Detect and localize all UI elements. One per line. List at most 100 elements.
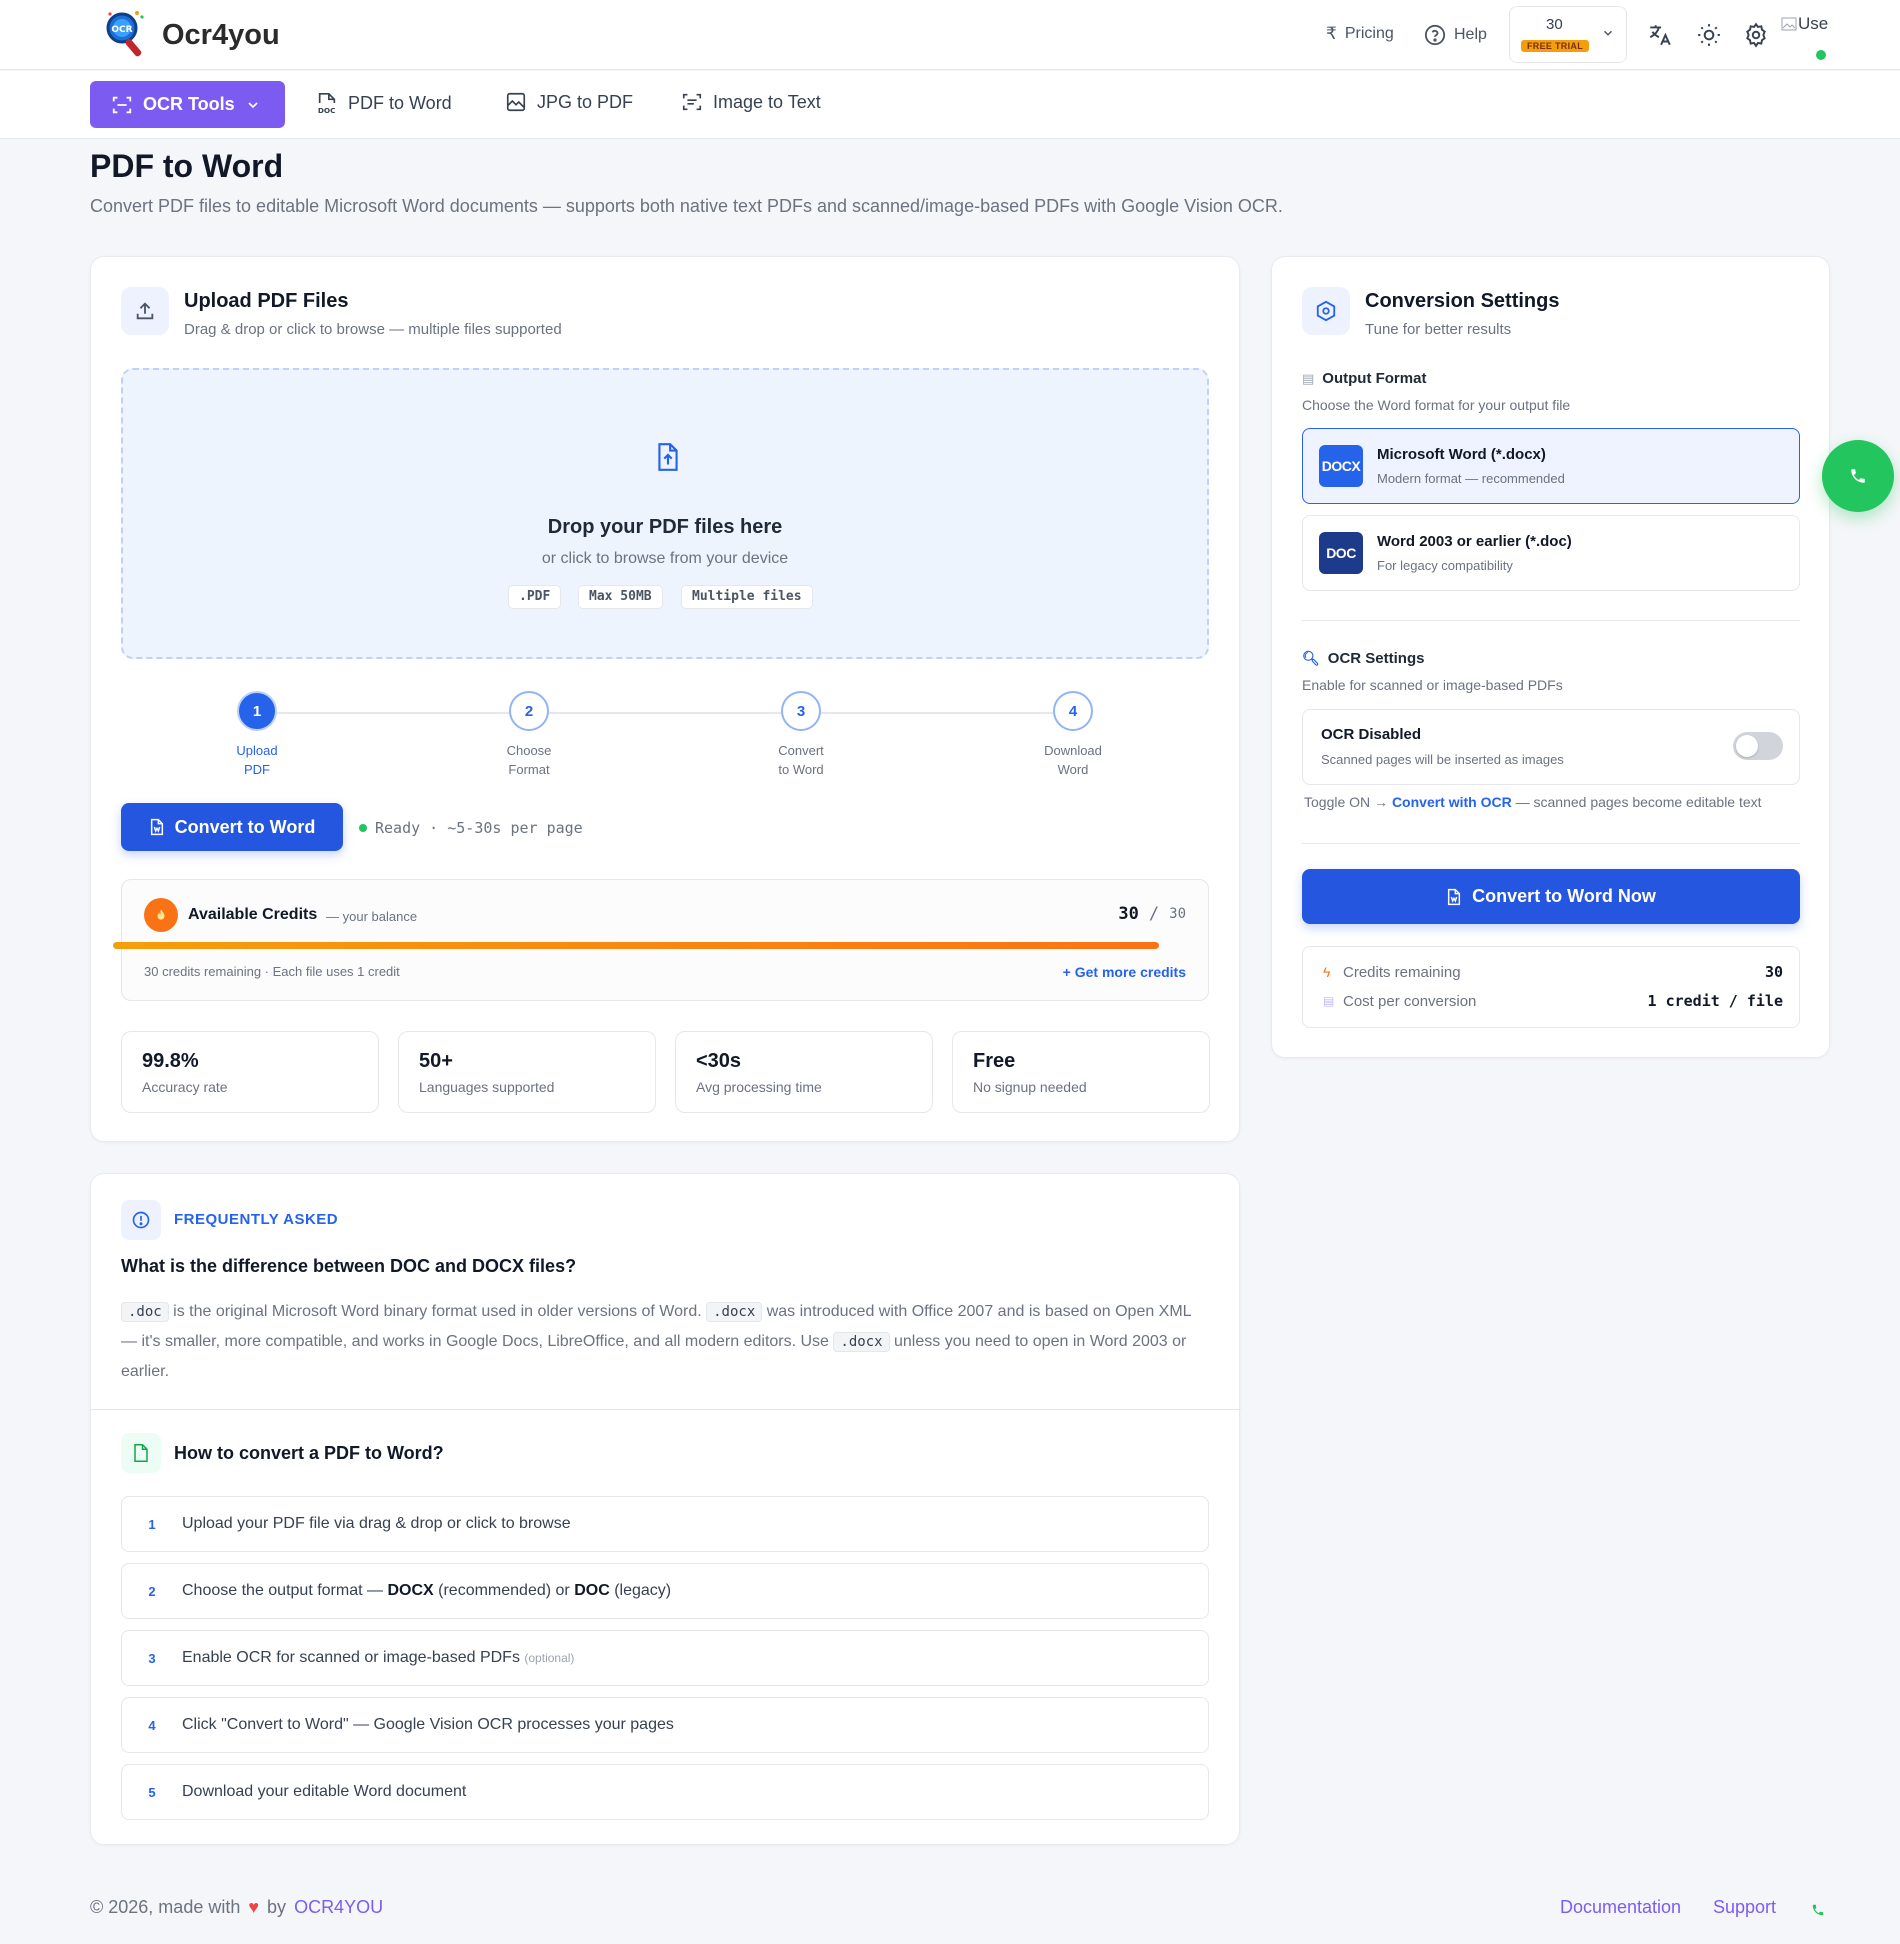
settings-title: Conversion Settings [1365,290,1560,312]
howto-text: Enable OCR for scanned or image-based PD… [182,1649,525,1666]
steps-connector [263,712,1063,714]
cost-row: ▤ Cost per conversion 1 credit / file [1323,992,1783,1010]
howto-number: 4 [148,1717,156,1733]
ocr-state-subtitle: Scanned pages will be inserted as images [1321,752,1564,767]
theme-toggle-button[interactable] [1696,22,1722,48]
credits-count: 30 [1546,16,1563,33]
file-word-icon [150,818,163,836]
hint-text: Toggle ON → [1304,794,1389,810]
copyright-text: © 2026, made with [90,1897,241,1917]
ocr-toggle-switch[interactable] [1733,732,1783,760]
footer-copyright: © 2026, made with ♥ by OCR4YOU [90,1897,383,1918]
code-docx: .docx [833,1332,890,1352]
ready-dot [359,824,367,832]
docx-badge-icon: DOCX [1319,445,1363,487]
chip-max-size: Max 50MB [578,585,663,609]
credits-current: 30 [1118,904,1139,924]
translate-button[interactable] [1647,22,1673,48]
step-label: PDF [244,762,270,777]
nav-label: Image to Text [713,91,821,112]
credits-dropdown[interactable]: 30 FREE TRIAL [1509,6,1627,63]
convert-with-ocr-link[interactable]: Convert with OCR [1392,794,1512,810]
ocr-tools-menu[interactable]: OCR Tools [90,81,285,128]
page-subtitle: Convert PDF files to editable Microsoft … [90,196,1283,216]
call-support-button[interactable] [1822,440,1894,512]
faq-card: FREQUENTLY ASKED What is the difference … [90,1173,1241,1845]
settings-button[interactable] [1743,22,1769,48]
brand-logo[interactable]: OCR Ocr4you [104,8,280,62]
stat-languages: 50+ Languages supported [398,1031,656,1113]
online-status-dot [1816,50,1826,60]
step-download: 4 Download Word [1013,691,1133,779]
nav-jpg-to-pdf[interactable]: JPG to PDF [505,91,633,113]
brand-name: Ocr4you [162,18,280,51]
answer-text: is the original Microsoft Word binary fo… [168,1303,707,1320]
stat-label: No signup needed [973,1079,1087,1095]
faq-answer: .doc is the original Microsoft Word bina… [121,1297,1206,1386]
howto-step: 3 Enable OCR for scanned or image-based … [121,1630,1209,1686]
hint-text: — scanned pages become editable text [1515,794,1762,810]
sun-icon [1698,24,1720,46]
convert-to-word-now-button[interactable]: Convert to Word Now [1302,869,1800,924]
stat-free: Free No signup needed [952,1031,1210,1113]
support-link[interactable]: Support [1713,1897,1776,1918]
summary-value: 30 [1764,963,1783,981]
settings-card: Conversion Settings Tune for better resu… [1271,256,1830,1058]
drop-subtitle: or click to browse from your device [541,550,789,567]
code-doc: .doc [121,1302,169,1322]
footer-brand-link[interactable]: OCR4YOU [294,1897,383,1918]
step-convert: 3 Convert to Word [741,691,861,779]
file-dropzone[interactable]: Drop your PDF files here or click to bro… [121,368,1209,659]
chip-pdf: .PDF [508,585,562,609]
output-format-heading: ▤ Output Format [1302,370,1426,387]
summary-label: Cost per conversion [1343,992,1477,1010]
get-more-credits-link[interactable]: + Get more credits [1063,964,1186,980]
howto-title: How to convert a PDF to Word? [174,1443,444,1463]
documentation-link[interactable]: Documentation [1560,1897,1681,1918]
pricing-label: Pricing [1344,25,1394,42]
settings-hex-icon [1302,287,1350,335]
nav-image-to-text[interactable]: Image to Text [681,91,821,113]
chevron-down-icon [248,101,258,108]
ocr-magnifier-logo-icon: OCR [106,11,144,57]
scan-text-icon [682,93,702,111]
summary-label: Credits remaining [1343,963,1461,981]
free-trial-badge: FREE TRIAL [1521,40,1589,52]
credits-title: Available Credits [188,906,318,923]
howto-number: 5 [148,1784,156,1800]
step-choose-format: 2 Choose Format [469,691,589,779]
file-upload-icon [658,443,678,471]
bolt-icon: ϟ [1323,964,1331,980]
credits-separator: / [1148,904,1160,924]
format-option-docx[interactable]: DOCX Microsoft Word (*.docx) Modern form… [1302,428,1800,504]
summary-value: 1 credit / file [1647,992,1783,1010]
upload-title: Upload PDF Files [184,290,349,312]
output-format-subtitle: Choose the Word format for your output f… [1302,397,1571,413]
howto-text: Download your editable Word document [182,1783,467,1800]
howto-text: (legacy) [609,1582,672,1599]
nav-pdf-to-word[interactable]: DOC PDF to Word [316,91,452,116]
convert-to-word-button[interactable]: Convert to Word [121,803,343,851]
step-label: Convert [778,743,824,758]
footer-phone-icon[interactable] [1811,1903,1825,1917]
step-label: Word [1057,762,1089,777]
top-bar: OCR Ocr4you ₹ Pricing Help 30 FREE TRIAL… [0,0,1900,70]
format-subtitle: Modern format — recommended [1377,471,1565,486]
step-label: Download [1044,743,1102,758]
ocr-hint: Toggle ON → Convert with OCR — scanned p… [1304,794,1762,810]
pricing-link[interactable]: ₹ Pricing [1326,24,1394,44]
convert-now-label: Convert to Word Now [1472,886,1656,906]
code-docx: .docx [706,1302,763,1322]
help-link[interactable]: Help [1424,24,1487,46]
upload-icon [121,287,169,335]
howto-step: 2 Choose the output format — DOCX (recom… [121,1563,1209,1619]
stat-value: 99.8% [142,1050,199,1072]
ocr-toggle-row: OCR Disabled Scanned pages will be inser… [1302,709,1800,785]
user-avatar[interactable]: Use [1781,14,1828,34]
doc-badge-icon: DOC [1319,532,1363,574]
howto-number: 2 [148,1583,156,1599]
magnifier-icon: 🔍︎ [1302,650,1320,666]
credits-note: 30 credits remaining · Each file uses 1 … [144,964,400,979]
tools-nav: OCR Tools DOC PDF to Word JPG to PDF Ima… [0,71,1900,139]
format-option-doc[interactable]: DOC Word 2003 or earlier (*.doc) For leg… [1302,515,1800,591]
